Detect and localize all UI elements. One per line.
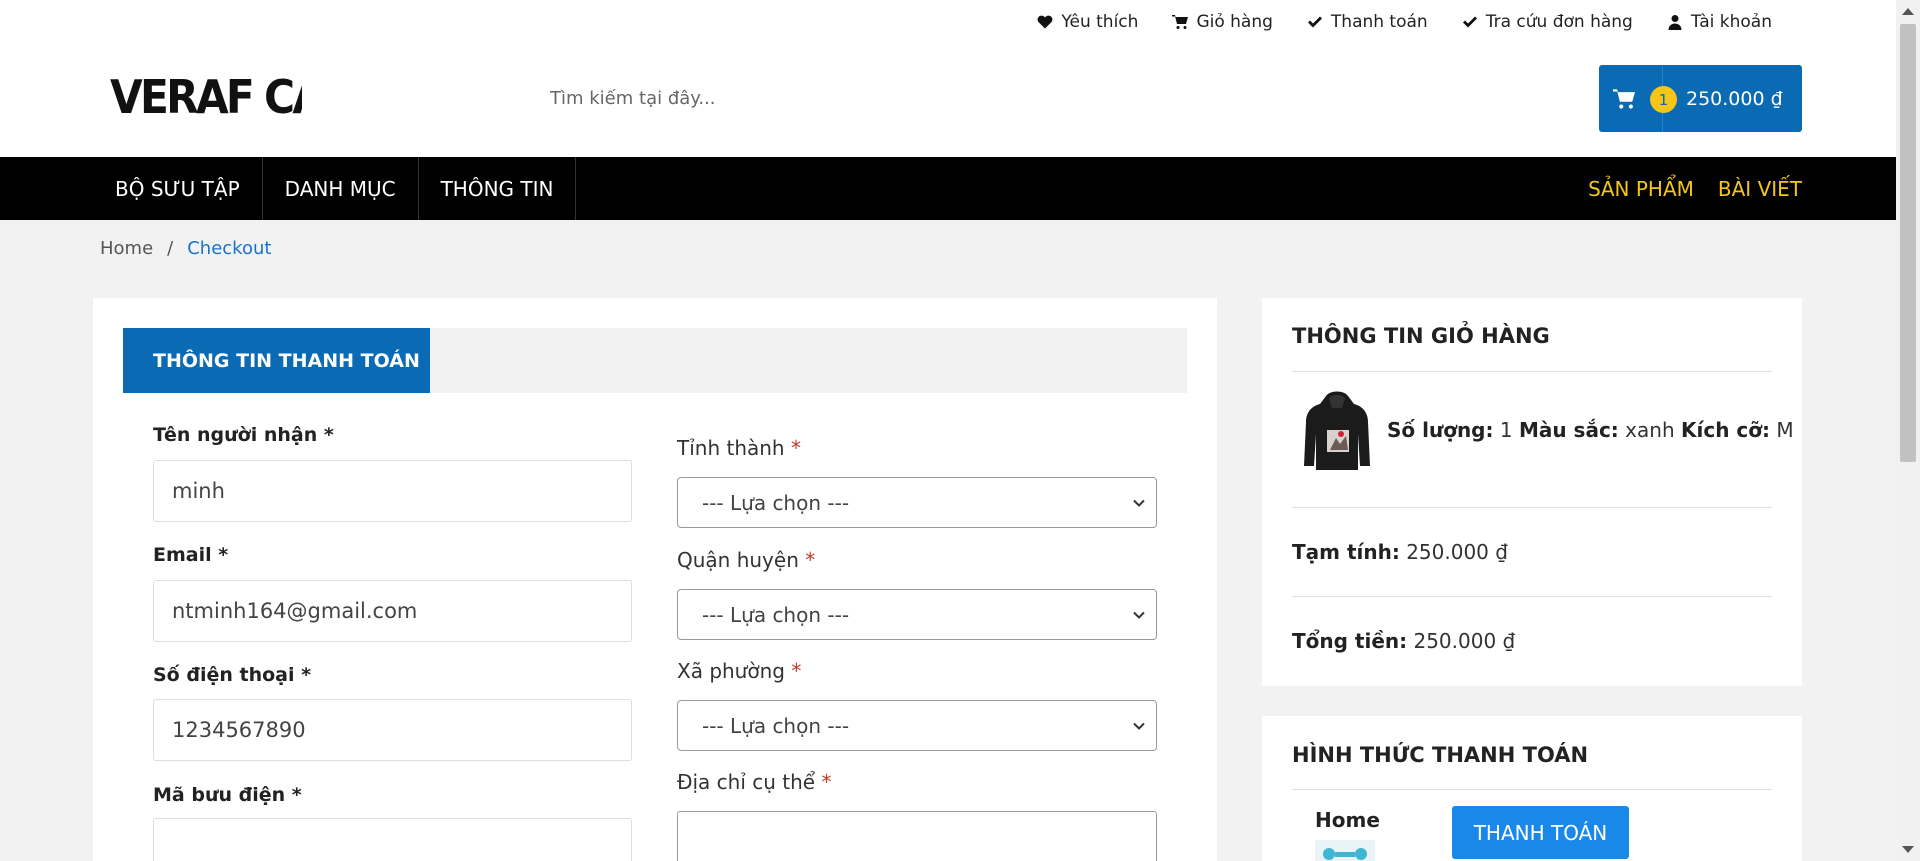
cart-count-badge: 1 [1650,86,1677,113]
main-navbar: BỘ SƯU TẬP DANH MỤC THÔNG TIN SẢN PHẨM B… [0,157,1896,220]
svg-text:VERAF CA: VERAF CA [110,71,302,122]
ward-select-value: --- Lựa chọn --- [702,713,850,738]
divider [1292,371,1772,372]
ward-label: Xã phường * [677,659,802,683]
phone-input[interactable] [153,699,632,761]
user-icon [1668,15,1682,30]
check-icon [1307,16,1322,28]
cart-item-details: Số lượng: 1 Màu sắc: xanh Kích cỡ: M [1387,418,1794,442]
phone-label: Số điện thoại * [153,664,312,686]
top-link-label: Tra cứu đơn hàng [1485,12,1633,32]
divider [1292,507,1772,508]
chevron-down-icon [1133,611,1145,619]
province-select-value: --- Lựa chọn --- [702,490,850,515]
nav-right: SẢN PHẨM BÀI VIẾT [1588,157,1802,220]
product-hoodie-image[interactable] [1302,390,1372,474]
top-link-label: Tài khoản [1690,12,1772,32]
search-input[interactable] [536,76,1436,120]
breadcrumb-home[interactable]: Home [100,238,153,259]
top-link-label: Yêu thích [1061,12,1139,32]
heart-icon [1037,15,1053,29]
chevron-down-icon [1133,722,1145,730]
header-cart-button[interactable]: 1 250.000 ₫ [1599,65,1802,132]
cart-info-title: THÔNG TIN GIỎ HÀNG [1292,324,1550,348]
cart-icon [1172,15,1189,29]
chevron-down-icon [1133,499,1145,507]
recipient-name-label: Tên người nhận * [153,424,334,446]
subtotal-label: Tạm tính: [1292,540,1400,564]
district-label: Quận huyện * [677,548,816,572]
total-value: 250.000 ₫ [1413,629,1516,653]
payment-method-label: Home [1315,808,1380,832]
nav-item-collections[interactable]: BỘ SƯU TẬP [93,157,263,220]
address-input[interactable] [677,811,1157,861]
nav-item-products[interactable]: SẢN PHẨM [1588,177,1694,201]
size-value: M [1776,418,1794,442]
qty-value: 1 [1499,418,1513,442]
postal-code-input[interactable] [153,818,632,861]
pay-button[interactable]: THANH TOÁN [1452,806,1629,859]
top-link-account[interactable]: Tài khoản [1667,12,1772,32]
header: Yêu thích Giỏ hàng Thanh toán Tra cứu đơ… [0,0,1896,157]
top-link-label: Giỏ hàng [1196,12,1273,32]
breadcrumb-current[interactable]: Checkout [187,238,271,259]
checkout-tab-bar: THÔNG TIN THANH TOÁN [123,328,1187,393]
email-field[interactable] [153,580,632,642]
province-label: Tỉnh thành * [677,436,801,460]
subtotal-line: Tạm tính: 250.000 ₫ [1292,540,1508,564]
qty-label: Số lượng: [1387,418,1494,442]
nav-item-posts[interactable]: BÀI VIẾT [1718,177,1802,201]
tab-billing-info[interactable]: THÔNG TIN THANH TOÁN [123,328,430,393]
district-select-value: --- Lựa chọn --- [702,602,850,627]
top-link-label: Thanh toán [1330,12,1428,32]
cart-icon-box: 1 [1599,65,1677,132]
color-label: Màu sắc: [1518,418,1619,442]
nav-item-info[interactable]: THÔNG TIN [419,157,577,220]
top-link-favorites[interactable]: Yêu thích [1037,12,1138,32]
scroll-up-arrow-icon[interactable] [1902,8,1914,15]
payment-method-title: HÌNH THỨC THANH TOÁN [1292,743,1589,767]
total-line: Tổng tiền: 250.000 ₫ [1292,629,1515,653]
address-label: Địa chỉ cụ thể * [677,770,832,794]
postal-code-label: Mã bưu điện * [153,784,302,806]
cart-info-card: THÔNG TIN GIỎ HÀNG Số lượng: 1 Màu sắc: … [1262,298,1802,686]
cart-icon [1612,88,1635,109]
subtotal-value: 250.000 ₫ [1406,540,1508,564]
site-logo[interactable]: VERAF CA [110,68,302,122]
check-icon [1462,16,1477,28]
divider [1292,596,1772,597]
province-select[interactable]: --- Lựa chọn --- [677,477,1157,528]
breadcrumb-separator: / [167,238,174,259]
scroll-down-arrow-icon[interactable] [1902,846,1914,853]
nav-item-categories[interactable]: DANH MỤC [263,157,419,220]
top-link-checkout[interactable]: Thanh toán [1307,12,1428,32]
nav-menu: BỘ SƯU TẬP DANH MỤC THÔNG TIN [93,157,577,220]
divider [1292,789,1772,790]
breadcrumb: Home / Checkout [100,238,271,259]
top-link-order-lookup[interactable]: Tra cứu đơn hàng [1462,12,1633,32]
top-link-cart[interactable]: Giỏ hàng [1172,12,1273,32]
recipient-name-input[interactable] [153,460,632,522]
page-scrollbar[interactable] [1896,0,1920,861]
top-links: Yêu thích Giỏ hàng Thanh toán Tra cứu đơ… [1037,12,1772,32]
ward-select[interactable]: --- Lựa chọn --- [677,700,1157,751]
district-select[interactable]: --- Lựa chọn --- [677,589,1157,640]
size-label: Kích cỡ: [1680,418,1770,442]
cart-total: 250.000 ₫ [1686,87,1783,110]
scrollbar-thumb[interactable] [1900,24,1916,462]
home-payment-icon[interactable] [1315,840,1375,861]
payment-method-card: HÌNH THỨC THANH TOÁN Home THANH TOÁN [1262,716,1802,861]
checkout-form-card: THÔNG TIN THANH TOÁN Tên người nhận * Em… [93,298,1217,861]
total-label: Tổng tiền: [1292,629,1408,653]
email-label: Email * [153,544,229,566]
color-value: xanh [1625,418,1675,442]
